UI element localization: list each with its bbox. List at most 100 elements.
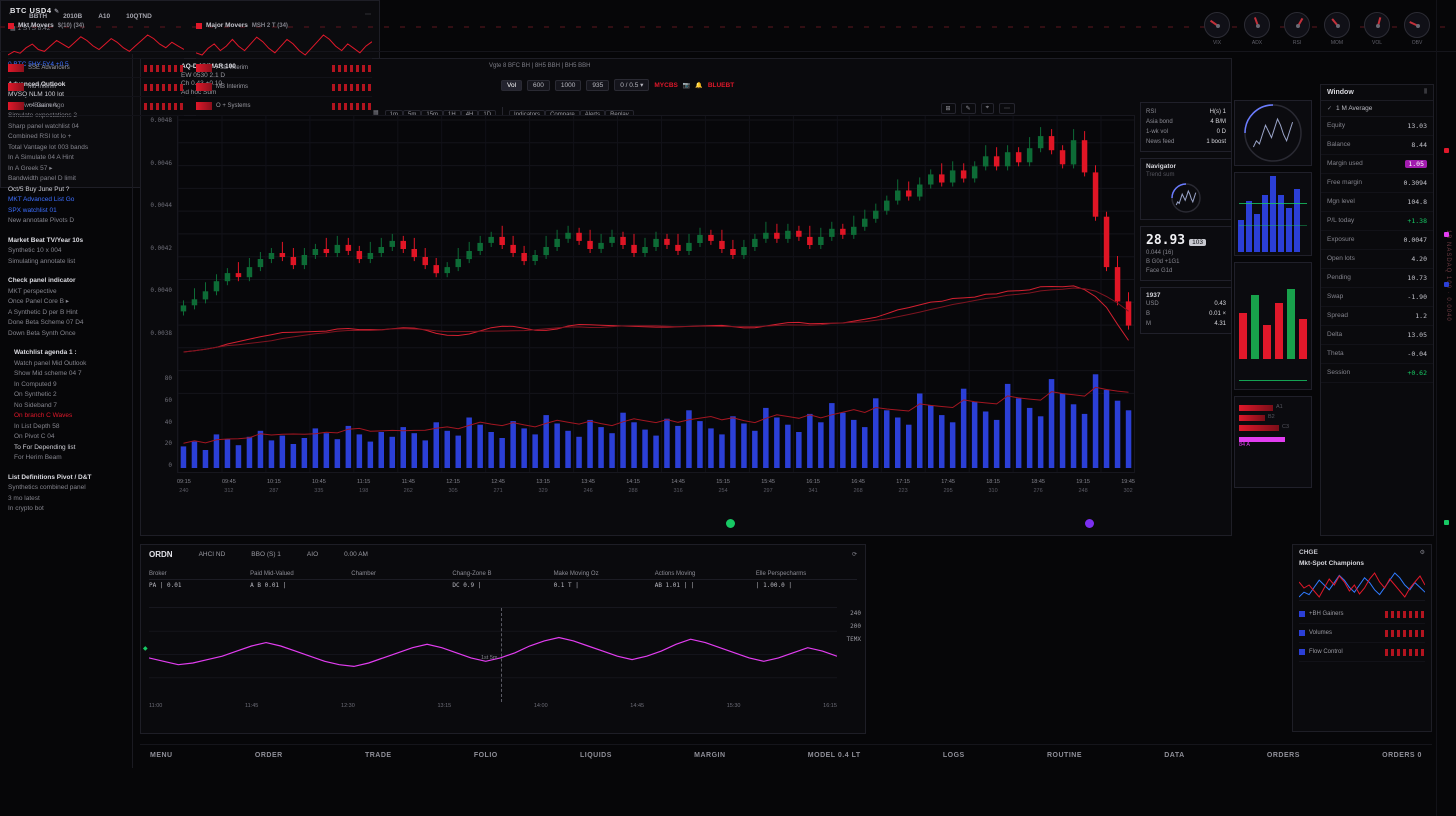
sliders-icon[interactable]: ⫼ bbox=[1424, 89, 1427, 96]
refresh-icon[interactable]: ⟳ bbox=[852, 551, 857, 558]
watchlist-row[interactable]: Delta 13.05 bbox=[1321, 326, 1433, 345]
footer-item[interactable]: ORDER bbox=[255, 752, 283, 759]
watchlist-row[interactable]: Mgn level 104.8 bbox=[1321, 193, 1433, 212]
stat-row[interactable]: News feed1 boost bbox=[1146, 137, 1226, 147]
pencil-icon[interactable]: ✎ bbox=[54, 9, 60, 15]
preset-600-button[interactable]: 600 bbox=[527, 80, 550, 91]
watchlist-filter-row[interactable]: ✓ 1 M Average bbox=[1321, 101, 1433, 117]
sidebar-item[interactable]: Oct/5 Buy June Put ? bbox=[8, 185, 124, 196]
watchlist-row[interactable]: Spread 1.2 bbox=[1321, 307, 1433, 326]
sidebar-item[interactable]: New annotate Pivots D bbox=[8, 216, 124, 227]
zoom-candles-panel[interactable] bbox=[1234, 262, 1312, 390]
edge-marker[interactable] bbox=[1444, 148, 1449, 153]
chart-icon-button[interactable]: ⌖ bbox=[981, 103, 994, 114]
gear-icon[interactable]: ⚙ bbox=[1420, 549, 1425, 556]
watchlist-row[interactable]: Margin used 1.05 bbox=[1321, 155, 1433, 174]
bl-head-item[interactable]: BBO (S) 1 bbox=[251, 551, 281, 558]
sidebar-item[interactable]: SPX watchlist 01 bbox=[8, 206, 124, 217]
sidebar-item[interactable]: Synthetics combined panel bbox=[8, 483, 124, 494]
sidebar-item[interactable]: Done Beta Scheme 07 D4 bbox=[8, 318, 124, 329]
watchlist-row[interactable]: Free margin 0.3094 bbox=[1321, 174, 1433, 193]
chart-icon-button[interactable]: ⋯ bbox=[999, 103, 1015, 114]
depth-row[interactable]: B0.01 × bbox=[1146, 309, 1226, 319]
preset-935-button[interactable]: 935 bbox=[586, 80, 609, 91]
watchlist-row[interactable]: Session +0.62 bbox=[1321, 364, 1433, 383]
mover-row[interactable]: MB Interims bbox=[196, 78, 372, 97]
sidebar-item[interactable]: In A Greek 57 ▸ bbox=[8, 164, 124, 175]
watchlist-row[interactable]: Equity 13.03 bbox=[1321, 117, 1433, 136]
sidebar-item[interactable]: On Pivot C 04 bbox=[8, 432, 124, 443]
watchlist-row[interactable]: Open lots 4.20 bbox=[1321, 250, 1433, 269]
vol-button[interactable]: Vol bbox=[501, 80, 522, 91]
champion-row[interactable]: Volumes bbox=[1299, 624, 1425, 643]
sidebar-item[interactable]: Check panel indicator bbox=[8, 276, 124, 287]
edge-marker[interactable] bbox=[1444, 232, 1449, 237]
sidebar-item[interactable]: On branch C Waves bbox=[8, 411, 124, 422]
sidebar-item[interactable]: MKT perspective bbox=[8, 287, 124, 298]
footer-item[interactable]: FOLIO bbox=[474, 752, 498, 759]
footer-item[interactable]: MODEL 0.4 LT bbox=[808, 752, 861, 759]
sidebar-item[interactable]: To For Depending list bbox=[8, 443, 124, 454]
chart-icon-button[interactable]: ⊞ bbox=[941, 103, 956, 114]
mover-row[interactable]: SSE Advancers bbox=[8, 59, 184, 78]
footer-item[interactable]: LIQUIDS bbox=[580, 752, 612, 759]
sidebar-item[interactable]: Total Vantage lot 003 bands bbox=[8, 143, 124, 154]
candlestick-chart[interactable] bbox=[177, 115, 1135, 473]
bl-head-item[interactable]: 0.00 AM bbox=[344, 551, 368, 558]
depth-row[interactable]: USD0.43 bbox=[1146, 299, 1226, 309]
footer-item[interactable]: MENU bbox=[150, 752, 173, 759]
table-cell[interactable]: 0.1 T | bbox=[554, 580, 655, 591]
sidebar-item[interactable]: No Sideband 7 bbox=[8, 401, 124, 412]
bell-icon[interactable]: 🔔 bbox=[695, 82, 702, 89]
sidebar-item[interactable]: Watchlist agenda 1 : bbox=[8, 348, 124, 359]
sidebar-item[interactable]: In crypto bot bbox=[8, 504, 124, 515]
watchlist-row[interactable]: Balance 8.44 bbox=[1321, 136, 1433, 155]
sidebar-item[interactable]: Simulating annotate list bbox=[8, 257, 124, 268]
table-cell[interactable]: AB 1.01 | | bbox=[655, 580, 756, 591]
edge-marker[interactable] bbox=[1444, 520, 1449, 525]
bl-head-item[interactable]: AIO bbox=[307, 551, 318, 558]
sidebar-item[interactable]: In Computed 9 bbox=[8, 380, 124, 391]
sidebar-item[interactable]: Bandwidth panel D limit bbox=[8, 174, 124, 185]
footer-item[interactable]: TRADE bbox=[365, 752, 392, 759]
table-cell[interactable]: DC 0.9 | bbox=[452, 580, 553, 591]
mover-row[interactable]: Md Interim bbox=[8, 78, 184, 97]
table-cell[interactable]: PA | 0.01 bbox=[149, 580, 250, 591]
sidebar-item[interactable]: Combined RSI lot lo + bbox=[8, 132, 124, 143]
sidebar-item[interactable]: For Herim Beam bbox=[8, 453, 124, 464]
champion-row[interactable]: +BH Gainers bbox=[1299, 605, 1425, 624]
champion-row[interactable]: Flow Control bbox=[1299, 643, 1425, 662]
heatmap-panel[interactable]: A1 B2 C3 84 A bbox=[1234, 396, 1312, 488]
chart-icon-button[interactable]: ✎ bbox=[961, 103, 976, 114]
edge-marker[interactable] bbox=[1444, 282, 1449, 287]
watchlist-row[interactable]: Swap -1.90 bbox=[1321, 288, 1433, 307]
session-close-marker[interactable] bbox=[1085, 519, 1094, 528]
sidebar-item[interactable]: Synthetic 10 x 004 bbox=[8, 246, 124, 257]
sidebar-item[interactable]: On Synthetic 2 bbox=[8, 390, 124, 401]
watchlist-row[interactable]: Theta -0.04 bbox=[1321, 345, 1433, 364]
footer-item[interactable]: ORDERS bbox=[1267, 752, 1300, 759]
sidebar-item[interactable]: Down Beta Synth Once bbox=[8, 329, 124, 340]
mover-row[interactable]: PSE Interim bbox=[196, 59, 372, 78]
mover-row[interactable]: O + Systems bbox=[196, 97, 372, 116]
footer-item[interactable]: DATA bbox=[1164, 752, 1184, 759]
watchlist-row[interactable]: Exposure 0.0047 bbox=[1321, 231, 1433, 250]
table-cell[interactable]: A B 0.01 | bbox=[250, 580, 351, 591]
stat-row[interactable]: 1-wk vol0 D bbox=[1146, 127, 1226, 137]
session-open-marker[interactable] bbox=[726, 519, 735, 528]
mover-row[interactable]: +4 Gainers bbox=[8, 97, 184, 116]
sidebar-item[interactable]: 3 mo latest bbox=[8, 494, 124, 505]
sidebar-item[interactable]: A Synthetic D per B Hint bbox=[8, 308, 124, 319]
footer-item[interactable]: ROUTINE bbox=[1047, 752, 1082, 759]
sidebar-item[interactable]: Watch panel Mid Outlook bbox=[8, 359, 124, 370]
footer-item[interactable]: ORDERS 0 bbox=[1382, 752, 1422, 759]
sidebar-item[interactable]: In List Depth 58 bbox=[8, 422, 124, 433]
interval-dropdown[interactable]: 0 / 0.5 ▾ bbox=[614, 79, 649, 91]
champions-tab[interactable]: CHGE bbox=[1299, 549, 1318, 556]
stat-row[interactable]: Asia bond4 B/M bbox=[1146, 117, 1226, 127]
sidebar-item[interactable]: Sharp panel watchlist 04 bbox=[8, 122, 124, 133]
footer-item[interactable]: LOGS bbox=[943, 752, 965, 759]
footer-item[interactable]: MARGIN bbox=[694, 752, 725, 759]
table-cell[interactable] bbox=[351, 580, 452, 591]
sidebar-item[interactable]: In A Simulate 04 A Hint bbox=[8, 153, 124, 164]
